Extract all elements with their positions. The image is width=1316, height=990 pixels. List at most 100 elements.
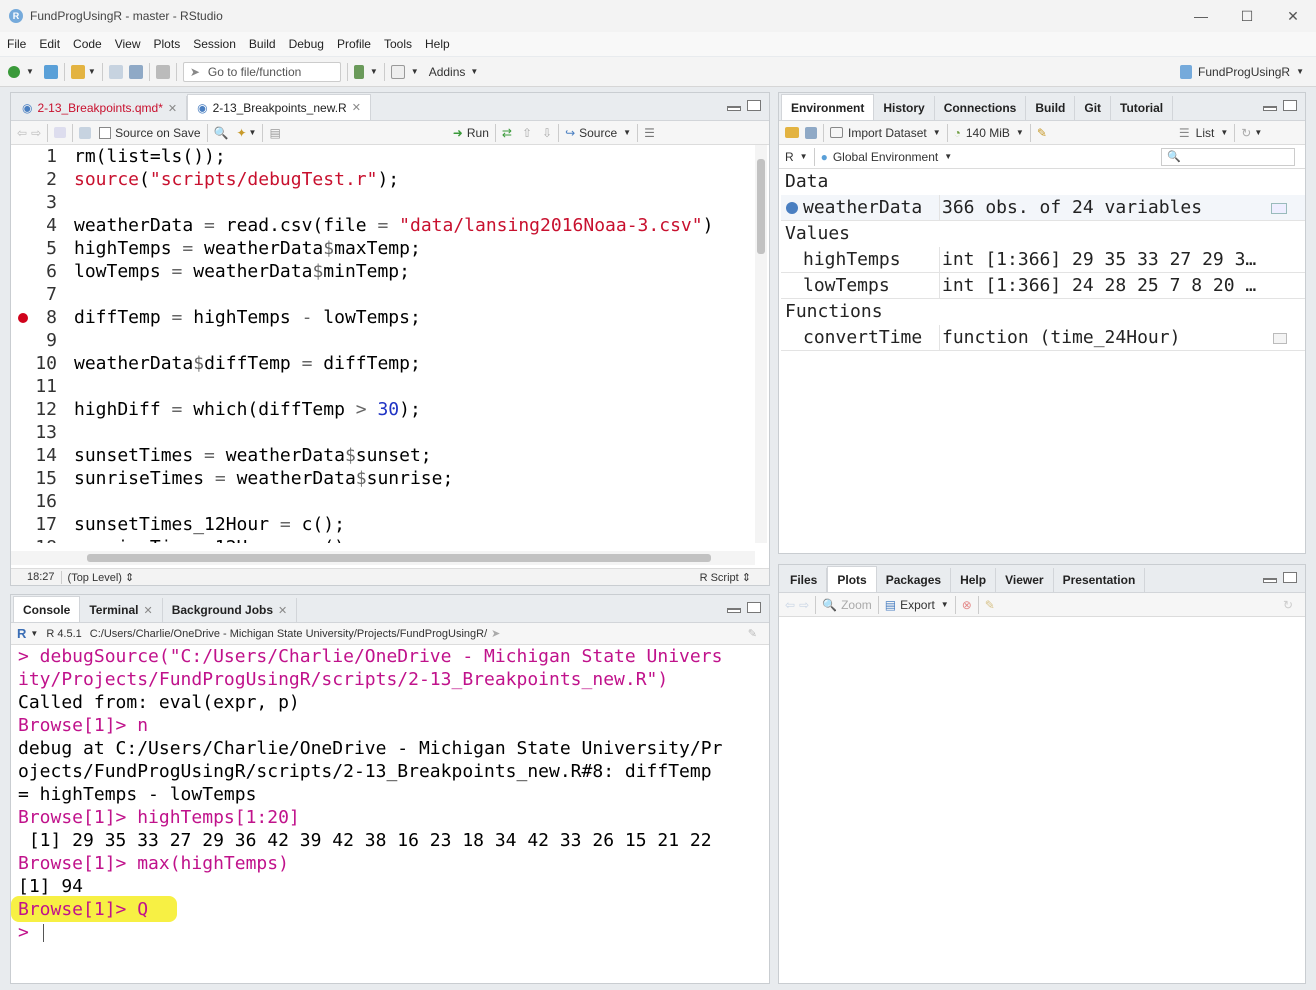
- env-row-lowtemps[interactable]: lowTemps int [1:366] 24 28 25 7 8 20 …: [781, 273, 1305, 299]
- minimize-pane-icon[interactable]: [727, 608, 741, 613]
- close-tab-icon[interactable]: ✕: [168, 102, 177, 115]
- search-icon[interactable]: 🔍: [214, 126, 229, 140]
- save-all-icon[interactable]: [128, 64, 143, 79]
- env-row-weatherdata[interactable]: weatherData 366 obs. of 24 variables: [781, 195, 1305, 221]
- close-tab-icon[interactable]: ✕: [278, 604, 287, 617]
- minimize-pane-icon[interactable]: [727, 106, 741, 111]
- editor-vertical-scrollbar[interactable]: [755, 145, 767, 543]
- tab-console[interactable]: Console: [13, 596, 81, 622]
- back-icon[interactable]: ⇦: [17, 126, 27, 140]
- scope-selector[interactable]: (Top Level) ⇕: [68, 571, 135, 584]
- tab-terminal[interactable]: Terminal ✕: [80, 598, 163, 622]
- code-area[interactable]: 1 rm(list=ls()); 2 source("scripts/debugTe…: [11, 145, 755, 543]
- menu-view[interactable]: View: [115, 37, 141, 51]
- zoom-icon[interactable]: 🔍: [822, 598, 837, 612]
- load-workspace-icon[interactable]: [785, 127, 799, 138]
- clear-plots-icon[interactable]: ✎: [985, 598, 995, 612]
- menu-session[interactable]: Session: [193, 37, 236, 51]
- save-icon[interactable]: [108, 64, 123, 79]
- menu-code[interactable]: Code: [73, 37, 102, 51]
- close-tab-icon[interactable]: ✕: [352, 101, 361, 114]
- tab-history[interactable]: History: [874, 96, 935, 120]
- menu-edit[interactable]: Edit: [39, 37, 60, 51]
- export-button[interactable]: Export: [900, 598, 935, 612]
- go-up-icon[interactable]: ⇧: [522, 126, 532, 140]
- magic-wand-icon[interactable]: ✦: [236, 126, 246, 140]
- environment-search-input[interactable]: 🔍: [1161, 147, 1295, 166]
- refresh-icon[interactable]: ↻: [1283, 598, 1293, 612]
- previous-plot-icon[interactable]: ⇦: [785, 598, 795, 612]
- broom-icon[interactable]: ✎: [1037, 126, 1047, 140]
- minimize-pane-icon[interactable]: [1263, 106, 1277, 111]
- tab-breakpoints-new-r[interactable]: ◉ 2-13_Breakpoints_new.R ✕: [187, 94, 371, 120]
- menu-help[interactable]: Help: [425, 37, 450, 51]
- go-down-icon[interactable]: ⇩: [542, 126, 552, 140]
- tab-background-jobs[interactable]: Background Jobs ✕: [163, 598, 298, 622]
- console-output[interactable]: > debugSource("C:/Users/Charlie/OneDrive…: [11, 645, 769, 975]
- file-type-selector[interactable]: R Script ⇕: [700, 571, 751, 584]
- menu-tools[interactable]: Tools: [384, 37, 412, 51]
- close-tab-icon[interactable]: ✕: [143, 604, 152, 617]
- tab-tutorial[interactable]: Tutorial: [1111, 96, 1174, 120]
- tab-connections[interactable]: Connections: [935, 96, 1027, 120]
- run-button[interactable]: ➜ Run: [453, 126, 489, 140]
- maximize-pane-icon[interactable]: [747, 100, 761, 111]
- tab-build[interactable]: Build: [1026, 96, 1076, 120]
- tab-viewer[interactable]: Viewer: [996, 568, 1054, 592]
- list-view-icon[interactable]: ☰: [1179, 126, 1190, 140]
- show-in-window-icon[interactable]: [54, 127, 67, 138]
- env-row-hightemps[interactable]: highTemps int [1:366] 29 35 33 27 29 3…: [781, 247, 1305, 273]
- addins-button[interactable]: Addins: [429, 65, 466, 79]
- source-on-save-checkbox[interactable]: [99, 126, 112, 139]
- tab-git[interactable]: Git: [1075, 96, 1112, 120]
- print-icon[interactable]: [155, 64, 170, 79]
- save-icon[interactable]: [79, 126, 92, 139]
- grid-layout-icon[interactable]: [390, 64, 405, 79]
- tab-breakpoints-qmd[interactable]: ◉ 2-13_Breakpoints.qmd* ✕: [13, 96, 188, 120]
- refresh-icon[interactable]: ↻: [1241, 126, 1251, 140]
- tab-plots[interactable]: Plots: [827, 566, 877, 592]
- tab-files[interactable]: Files: [781, 568, 828, 592]
- save-workspace-icon[interactable]: [805, 126, 817, 139]
- menu-plots[interactable]: Plots: [154, 37, 181, 51]
- source-button[interactable]: ↪ Source ▼: [565, 126, 631, 140]
- next-plot-icon[interactable]: ⇨: [799, 598, 809, 612]
- forward-icon[interactable]: ⇨: [31, 126, 41, 140]
- dropdown-icon[interactable]: ▼: [26, 67, 34, 76]
- maximize-icon[interactable]: ☐: [1224, 0, 1270, 32]
- menu-lines-icon[interactable]: ☰: [644, 126, 655, 140]
- minimize-icon[interactable]: —: [1178, 0, 1224, 32]
- tab-packages[interactable]: Packages: [877, 568, 952, 592]
- tab-help[interactable]: Help: [951, 568, 997, 592]
- env-row-converttime[interactable]: convertTime function (time_24Hour): [781, 325, 1305, 351]
- go-to-file-input[interactable]: ➤ Go to file/function: [182, 61, 341, 82]
- zoom-button[interactable]: Zoom: [841, 598, 872, 612]
- table-view-icon[interactable]: [1271, 203, 1287, 214]
- view-mode-select[interactable]: List: [1196, 126, 1215, 140]
- close-icon[interactable]: ✕: [1270, 0, 1316, 32]
- open-file-icon[interactable]: [70, 64, 85, 79]
- dropdown-icon[interactable]: ▼: [88, 67, 96, 76]
- maximize-pane-icon[interactable]: [1283, 100, 1297, 111]
- minimize-pane-icon[interactable]: [1263, 578, 1277, 583]
- language-select[interactable]: R: [785, 150, 794, 164]
- tab-presentation[interactable]: Presentation: [1054, 568, 1146, 592]
- working-directory[interactable]: C:/Users/Charlie/OneDrive - Michigan Sta…: [90, 628, 487, 640]
- menu-debug[interactable]: Debug: [289, 37, 324, 51]
- maximize-pane-icon[interactable]: [1283, 572, 1297, 583]
- menu-build[interactable]: Build: [249, 37, 276, 51]
- remove-plot-icon[interactable]: ⊗: [962, 598, 972, 612]
- go-to-directory-icon[interactable]: ➤: [491, 627, 500, 640]
- project-name[interactable]: FundProgUsingR: [1198, 65, 1290, 79]
- document-outline-icon[interactable]: ▤: [269, 126, 280, 140]
- new-file-icon[interactable]: [8, 65, 20, 78]
- menu-file[interactable]: File: [7, 37, 26, 51]
- import-dataset-button[interactable]: Import Dataset: [848, 126, 927, 140]
- expand-icon[interactable]: [786, 202, 798, 214]
- view-function-icon[interactable]: [1273, 333, 1287, 344]
- clear-console-icon[interactable]: ✎: [748, 627, 757, 640]
- rerun-icon[interactable]: ⇄: [502, 126, 512, 140]
- editor-horizontal-scrollbar[interactable]: [11, 551, 755, 565]
- scope-select[interactable]: Global Environment: [833, 150, 938, 164]
- memory-usage[interactable]: 140 MiB: [966, 126, 1010, 140]
